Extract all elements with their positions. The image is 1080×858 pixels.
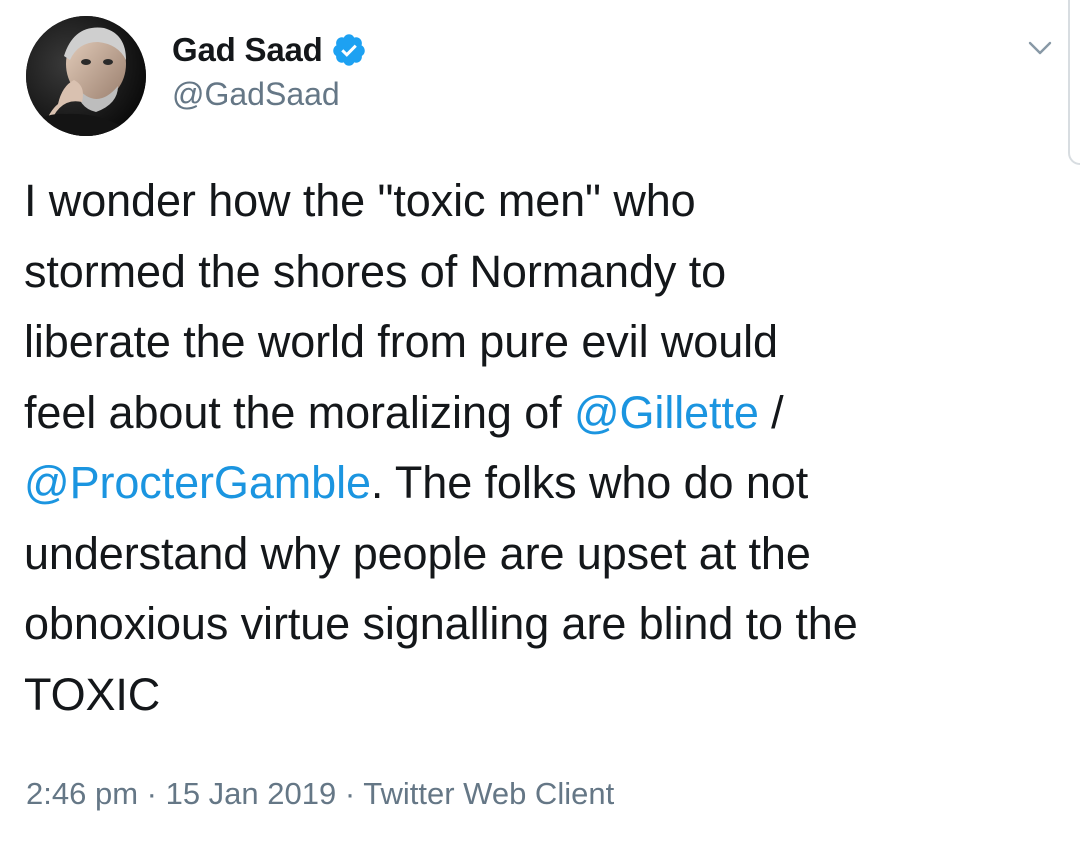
scroll-edge xyxy=(1068,0,1080,165)
tweet-date[interactable]: 15 Jan 2019 xyxy=(166,776,337,811)
avatar[interactable] xyxy=(26,16,146,136)
tweet-line: obnoxious virtue signalling are blind to… xyxy=(24,598,858,649)
mention-proctergamble[interactable]: @ProcterGamble xyxy=(24,457,371,508)
meta-separator: · xyxy=(336,776,364,811)
chevron-down-icon xyxy=(1028,41,1052,55)
profile-photo-icon xyxy=(26,16,146,136)
tweet-line: @ProcterGamble. The folks who do not xyxy=(24,448,1069,519)
tweet-text-segment: feel about the moralizing of xyxy=(24,386,574,438)
tweet-time[interactable]: 2:46 pm xyxy=(26,776,138,811)
tweet-line: liberate the world from pure evil would xyxy=(24,316,778,367)
tweet-menu-button[interactable] xyxy=(1022,30,1058,66)
author-handle[interactable]: @GadSaad xyxy=(172,76,340,113)
tweet-text: I wonder how the "toxic men" who stormed… xyxy=(24,166,1069,730)
tweet-text-segment: . The folks who do not xyxy=(370,457,809,508)
verified-badge-icon xyxy=(331,32,367,68)
tweet-line: understand why people are upset at the xyxy=(24,527,811,579)
tweet-source[interactable]: Twitter Web Client xyxy=(363,776,614,811)
tweet-line: TOXIC xyxy=(24,668,161,720)
tweet-text-segment: / xyxy=(758,386,784,438)
tweet-line: I wonder how the "toxic men" who xyxy=(24,175,696,226)
tweet-line: stormed the shores of Normandy to xyxy=(24,245,727,297)
tweet-card: Gad Saad @GadSaad I wonder how the "toxi… xyxy=(0,0,1080,858)
author-name-row[interactable]: Gad Saad xyxy=(172,28,367,72)
tweet-meta: 2:46 pm · 15 Jan 2019 · Twitter Web Clie… xyxy=(26,776,614,812)
mention-gillette[interactable]: @Gillette xyxy=(574,387,759,438)
meta-separator: · xyxy=(138,776,166,811)
display-name[interactable]: Gad Saad xyxy=(172,31,323,69)
tweet-line: feel about the moralizing of @Gillette / xyxy=(24,378,1069,449)
